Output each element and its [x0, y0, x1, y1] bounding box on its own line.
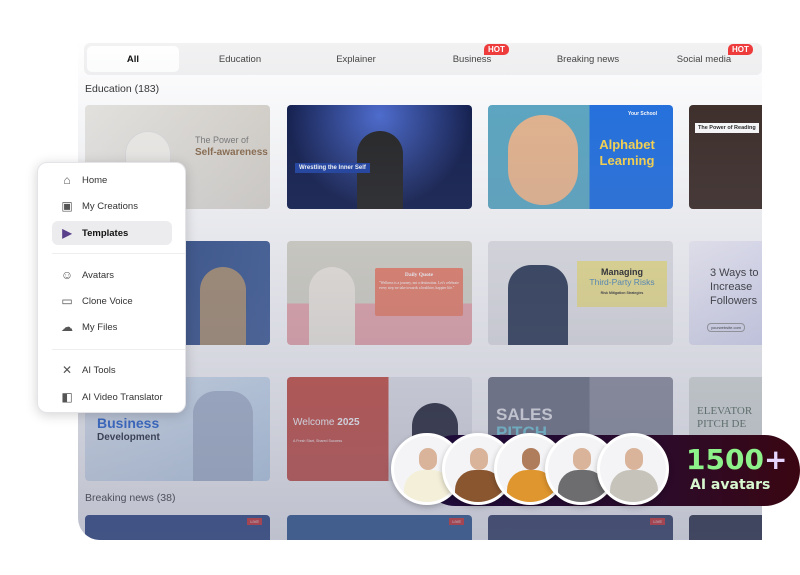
templates-icon: ▶: [62, 226, 72, 240]
template-thumbnail[interactable]: Daily Quote "Wellness is a journey, not …: [287, 241, 472, 345]
nav-menu: ⌂ Home ▣ My Creations ▶ Templates ☺ Avatars …: [37, 162, 186, 413]
tab-explainer[interactable]: Explainer: [298, 43, 414, 75]
tab-label: Explainer: [336, 53, 376, 65]
template-thumbnail[interactable]: [689, 515, 762, 540]
voice-icon: ▭: [61, 294, 73, 308]
menu-item-my-creations[interactable]: ▣ My Creations: [52, 194, 172, 218]
menu-item-ai-tools[interactable]: ✕ AI Tools: [52, 358, 172, 382]
menu-item-ai-video-translator[interactable]: ◧ AI Video Translator: [52, 385, 172, 409]
menu-item-my-files[interactable]: ☁ My Files: [52, 315, 172, 339]
section-title-education: Education (183): [85, 83, 160, 95]
menu-label: Avatars: [82, 269, 115, 281]
live-badge: LIVE: [449, 518, 464, 525]
menu-label: Home: [82, 174, 108, 186]
template-thumbnail[interactable]: Wrestling the Inner Self: [287, 105, 472, 209]
menu-divider: [52, 253, 185, 254]
section-title-breaking-news: Breaking news (38): [85, 492, 176, 504]
tab-label: Business: [452, 53, 492, 65]
avatar-icon: ☺: [60, 268, 74, 282]
template-thumbnail[interactable]: LIVE: [287, 515, 472, 540]
menu-label: My Files: [82, 321, 118, 333]
menu-label: AI Tools: [82, 364, 116, 376]
live-badge: LIVE: [650, 518, 665, 525]
tab-all[interactable]: All: [87, 46, 179, 72]
tab-label: Breaking news: [556, 53, 620, 65]
menu-divider: [52, 349, 185, 350]
tools-icon: ✕: [61, 363, 73, 377]
home-icon: ⌂: [63, 173, 71, 187]
menu-item-avatars[interactable]: ☺ Avatars: [52, 263, 172, 287]
menu-item-clone-voice[interactable]: ▭ Clone Voice: [52, 289, 172, 313]
menu-item-home[interactable]: ⌂ Home: [52, 168, 172, 192]
hot-badge: HOT: [728, 44, 753, 55]
menu-label: My Creations: [82, 200, 138, 212]
category-tabs: All Education Explainer Business HOT Brea…: [84, 43, 762, 75]
translate-icon: ◧: [61, 390, 73, 404]
menu-label: AI Video Translator: [82, 391, 163, 403]
tab-social-media[interactable]: Social media HOT: [646, 43, 762, 75]
template-thumbnail[interactable]: LIVE: [488, 515, 673, 540]
template-thumbnail[interactable]: The Power of Reading: [689, 105, 762, 209]
template-thumbnail[interactable]: LIVE: [85, 515, 270, 540]
live-badge: LIVE: [247, 518, 262, 525]
menu-label: Clone Voice: [82, 295, 133, 307]
template-thumbnail[interactable]: 3 Ways to Increase Followers yourwebsite…: [689, 241, 762, 345]
upload-cloud-icon: ☁: [61, 320, 73, 334]
tab-breaking-news[interactable]: Breaking news: [530, 43, 646, 75]
hot-badge: HOT: [484, 44, 509, 55]
menu-label: Templates: [82, 227, 129, 239]
tab-label: Social media: [676, 53, 732, 65]
avatar: [597, 433, 669, 505]
avatar-count-label: AI avatars: [690, 477, 771, 493]
avatar-count: 1500+: [686, 443, 788, 476]
template-thumbnail[interactable]: Managing Third-Party Risks Risk Mitigati…: [488, 241, 673, 345]
tab-business[interactable]: Business HOT: [414, 43, 530, 75]
tab-education[interactable]: Education: [182, 43, 298, 75]
menu-item-templates[interactable]: ▶ Templates: [52, 221, 172, 245]
tab-label: Education: [218, 53, 262, 65]
play-icon: ▣: [61, 199, 73, 213]
template-thumbnail[interactable]: Your School Alphabet Learning: [488, 105, 673, 209]
